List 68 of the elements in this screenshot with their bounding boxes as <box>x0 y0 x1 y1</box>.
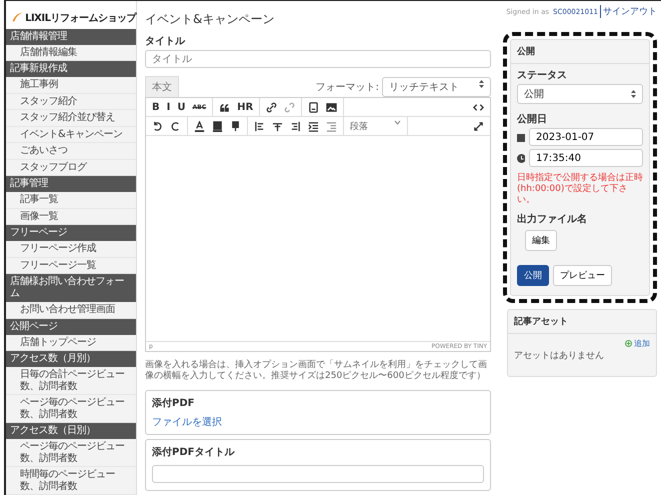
add-icon <box>625 340 632 347</box>
publish-button[interactable]: 公開 <box>517 265 549 286</box>
format-button[interactable]: I <box>166 102 170 112</box>
sidebar-section-header: 店舗様お問い合わせフォーム <box>6 274 136 302</box>
warning-text: 日時指定で公開する場合は正時(hh:00:00)で設定して下さい。 <box>517 173 643 206</box>
chevron-down-icon <box>394 120 401 124</box>
field-label: 添付PDFタイトル <box>152 446 236 459</box>
sidebar-section-header: 記事新規作成 <box>6 61 136 77</box>
undo-icon[interactable] <box>152 120 163 132</box>
panel-title: 公開 <box>511 40 649 64</box>
sidebar-section-header: 公開ページ <box>6 318 136 334</box>
sidebar-item[interactable]: 施工事例 <box>6 77 136 94</box>
image-note: 画像を入れる場合は、挿入オプション画面で「サムネイルを利用」をチェックして画像の横幅を入力してください。推奨サイズは250ピクセル〜600ピクセル程度です） <box>145 360 488 382</box>
sidebar-item[interactable]: スタッフ紹介並び替え <box>6 110 136 126</box>
status-select[interactable]: 公開 <box>517 84 643 104</box>
format-label: フォーマット: <box>316 81 379 94</box>
add-link[interactable]: 追加 <box>634 338 650 349</box>
page-title: イベント&キャンペーン <box>145 11 276 28</box>
field-label: 公開日 <box>517 112 548 126</box>
sidebar-item[interactable]: スタッフ紹介 <box>6 94 136 110</box>
field-label: タイトル <box>145 35 186 48</box>
logo-text: LIXILリフォームショップ <box>25 11 136 24</box>
sidebar-section-header: 記事管理 <box>6 176 136 192</box>
editor-tab[interactable]: 本文 <box>145 76 179 97</box>
format-button[interactable]: B <box>152 102 160 112</box>
align-center-icon[interactable] <box>272 120 283 132</box>
sidebar-section-header: 店舗情報管理 <box>6 28 136 44</box>
indent-icon[interactable] <box>308 120 319 132</box>
link-icon[interactable] <box>266 102 278 112</box>
sidebar-item[interactable]: 日毎の合計ページビュー数、訪問者数 <box>6 367 136 395</box>
sidebar-item[interactable]: 記事一覧 <box>6 192 136 208</box>
edit-button[interactable]: 編集 <box>525 230 557 251</box>
field-label: 添付PDF <box>152 396 196 410</box>
clock-icon <box>517 154 526 162</box>
expand-icon[interactable] <box>473 120 484 132</box>
file-select-link[interactable]: ファイルを選択 <box>152 415 484 429</box>
time-input[interactable]: 17:35:40 <box>529 149 643 167</box>
sidebar-item[interactable]: 時間毎のページビュー数、訪問者数 <box>6 467 136 495</box>
sidebar-item[interactable]: ごあいさつ <box>6 143 136 160</box>
format-button[interactable]: HR <box>237 102 254 112</box>
code-icon[interactable] <box>473 102 484 112</box>
paragraph-select[interactable]: 段落 <box>350 120 401 132</box>
align-right-icon[interactable] <box>290 120 301 132</box>
sidebar-section-header: アクセス数（月別） <box>6 351 136 367</box>
date-input[interactable]: 2023-01-07 <box>529 128 643 146</box>
sign-out-link[interactable]: サインアウト <box>600 5 657 18</box>
text-color-icon[interactable] <box>194 120 205 132</box>
sidebar-section-header: アクセス数（日別） <box>6 423 136 439</box>
field-label: ステータス <box>517 69 568 82</box>
image-icon[interactable] <box>326 102 338 112</box>
title-input[interactable]: タイトル <box>145 50 491 68</box>
updown-arrows-icon <box>479 80 484 88</box>
document-icon[interactable] <box>308 102 320 112</box>
panel-title: 記事アセット <box>508 310 656 334</box>
sidebar-item[interactable]: イベント&キャンペーン <box>6 126 136 143</box>
empty-message: アセットはありません <box>514 350 605 362</box>
sidebar-item[interactable]: フリーページ作成 <box>6 241 136 258</box>
quote-icon[interactable] <box>219 102 230 112</box>
pdf-title-input[interactable] <box>152 465 484 483</box>
outdent-icon[interactable] <box>326 120 337 132</box>
sidebar-section-header: フリーページ <box>6 225 136 241</box>
field-label: 出力ファイル名 <box>517 212 588 226</box>
align-left-icon[interactable] <box>254 120 265 132</box>
sidebar-item[interactable]: ページ毎のページビュー数、訪問者数 <box>6 439 136 467</box>
format-button[interactable]: U <box>177 102 186 112</box>
preview-button[interactable]: プレビュー <box>553 265 612 286</box>
format-select[interactable]: リッチテキスト <box>382 77 491 97</box>
updown-arrows-icon <box>631 90 636 98</box>
